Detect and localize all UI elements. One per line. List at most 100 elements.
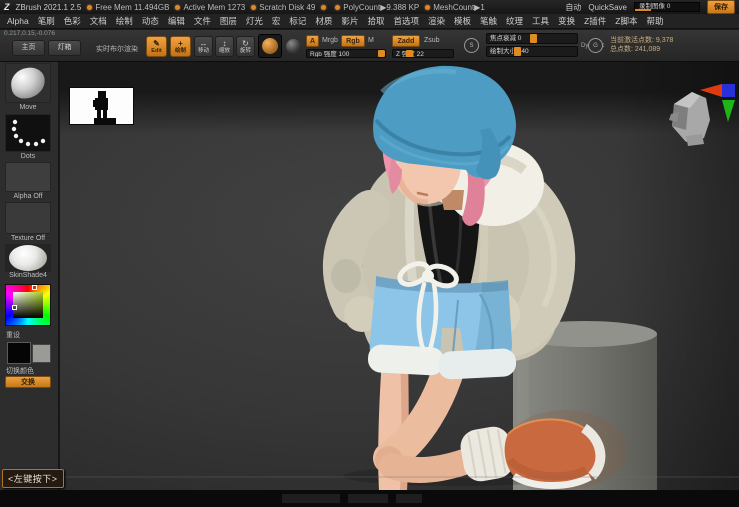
main-color-swatch[interactable] [7, 342, 31, 364]
home-button[interactable]: 主页 [12, 40, 45, 56]
menu-stroke[interactable]: 笔触 [480, 15, 497, 27]
character-model[interactable] [331, 66, 627, 490]
quicksave-button[interactable]: QuickSave [588, 3, 627, 12]
top-shelf: 0.217,0.15,-0.076 主页 灯箱 实时布尔渲染 ✎ Edit + … [0, 30, 739, 62]
rotate-gyro-button[interactable]: ↻ 旋转 [236, 36, 255, 57]
menu-draw[interactable]: 绘制 [116, 15, 133, 27]
mrgb-toggle[interactable]: Mrgb [322, 35, 338, 47]
status-dot-icon [425, 5, 430, 10]
tray-segment [348, 494, 388, 503]
menu-help[interactable]: 帮助 [646, 15, 663, 27]
stat-meshcount: MeshCount▶1 [425, 3, 485, 12]
alpha-tile[interactable] [5, 162, 51, 192]
menu-texture[interactable]: 纹理 [506, 15, 523, 27]
slider-handle[interactable] [530, 34, 537, 43]
tray-segment [282, 494, 340, 503]
material-quick-slot[interactable] [284, 37, 303, 56]
z-axis-icon [722, 84, 735, 97]
slider-handle[interactable] [406, 50, 413, 57]
move-gyro-button[interactable]: ↔ 移动 [194, 36, 213, 57]
lightbox-button[interactable]: 灯箱 [48, 40, 81, 56]
draw-pointer-button[interactable]: + 绘制 [170, 36, 191, 57]
canvas-preview-thumbnail[interactable] [70, 88, 133, 124]
menu-bar: Alpha 笔刷 色彩 文档 绘制 动态 编辑 文件 图层 灯光 宏 标记 材质… [0, 14, 739, 29]
zadd-toggle[interactable]: Zadd [392, 35, 420, 47]
scale-gyro-button[interactable]: ↕ 缩放 [215, 36, 234, 57]
status-dot-icon [175, 5, 180, 10]
slider-handle[interactable] [514, 47, 521, 56]
menu-layer[interactable]: 图层 [220, 15, 237, 27]
menu-document[interactable]: 文档 [90, 15, 107, 27]
save-button[interactable]: 保存 [707, 0, 735, 14]
menu-render[interactable]: 渲染 [428, 15, 445, 27]
rgb-intensity-slider[interactable]: Rgb 强度 100 [306, 49, 386, 58]
slider-handle[interactable] [635, 9, 651, 11]
menu-color[interactable]: 色彩 [64, 15, 81, 27]
menu-marker[interactable]: 标记 [289, 15, 306, 27]
menu-brush[interactable]: 笔刷 [38, 15, 55, 27]
status-dot-icon [87, 5, 92, 10]
crosshair-icon: + [178, 39, 183, 48]
material-tile[interactable] [5, 244, 51, 272]
brush-label: Move [0, 104, 56, 111]
auto-button[interactable]: 自动 [565, 2, 581, 13]
scale-arrows-icon: ↕ [223, 39, 227, 48]
live-boolean-toggle[interactable]: 实时布尔渲染 [96, 44, 138, 54]
current-brush-tile[interactable] [5, 63, 51, 103]
title-bar: Z ZBrush 2021.1 2.5 Free Mem 11.494GB Ac… [0, 0, 739, 14]
brush-sliders-group: 焦点衰减 0 绘制大小 140 Dynamic [486, 33, 598, 57]
menu-file[interactable]: 文件 [194, 15, 211, 27]
m-toggle[interactable]: M [368, 35, 374, 47]
menu-stencil[interactable]: 模板 [454, 15, 471, 27]
menu-alpha[interactable]: Alpha [7, 16, 29, 26]
z-intensity-slider[interactable]: Z 强度 22 [392, 49, 454, 58]
texture-label: Texture Off [0, 235, 56, 242]
orientation-head-gizmo[interactable] [669, 84, 735, 146]
secondary-color-swatch[interactable] [32, 344, 51, 363]
dial-right-icon[interactable]: G [588, 38, 603, 53]
draw-size-slider[interactable]: 绘制大小 140 [486, 46, 578, 57]
menu-material[interactable]: 材质 [315, 15, 332, 27]
document-canvas[interactable] [60, 62, 739, 490]
marquee-pen-icon: ✎ [153, 39, 160, 48]
zsub-toggle[interactable]: Zsub [424, 35, 440, 47]
tray-segment [396, 494, 422, 503]
stat-polycount: PolyCount▶9.388 KP [335, 3, 419, 12]
dial-left-icon[interactable]: S [464, 38, 479, 53]
menu-zplugin[interactable]: Z插件 [584, 15, 606, 27]
stat-scratch-disk: Scratch Disk 49 [251, 3, 315, 12]
menu-preferences[interactable]: 首选项 [393, 15, 419, 27]
status-dot-icon [335, 5, 340, 10]
color-picker-square[interactable] [13, 292, 43, 318]
texture-tile[interactable] [5, 202, 51, 234]
menu-picker[interactable]: 拾取 [367, 15, 384, 27]
color-picker[interactable] [5, 284, 51, 326]
color-reset-label: 重设 [0, 330, 56, 340]
a-button[interactable]: A [306, 35, 319, 47]
menu-dynamics[interactable]: 动态 [142, 15, 159, 27]
material-sphere-icon [9, 245, 47, 271]
edit-object-button[interactable]: ✎ Edit [146, 36, 167, 57]
menu-zscript[interactable]: Z脚本 [615, 15, 637, 27]
rgb-toggle[interactable]: Rgb [341, 35, 365, 47]
focal-shift-slider[interactable]: 焦点衰减 0 [486, 33, 578, 44]
x-axis-icon [700, 84, 722, 97]
bottom-tray [0, 490, 739, 507]
mouse-button-indicator: <左键按下> [2, 469, 64, 488]
cursor-coordinates: 0.217,0.15,-0.076 [4, 30, 55, 37]
menu-macro[interactable]: 宏 [272, 15, 281, 27]
shorts [367, 276, 516, 380]
menu-movie[interactable]: 影片 [341, 15, 358, 27]
swap-color-button[interactable]: 交换 [5, 376, 51, 388]
record-image-slider[interactable]: 录制图像 0 [634, 2, 700, 12]
menu-tool[interactable]: 工具 [532, 15, 549, 27]
slider-handle[interactable] [378, 50, 385, 57]
zbrush-window: Z ZBrush 2021.1 2.5 Free Mem 11.494GB Ac… [0, 0, 739, 507]
app-logo-icon: Z [4, 2, 10, 12]
menu-transform[interactable]: 变换 [558, 15, 575, 27]
stroke-type-tile[interactable] [5, 114, 51, 152]
brush-preview-slot[interactable] [258, 34, 282, 58]
sculpt-mode-group: Zadd Zsub Z 强度 22 [392, 35, 454, 58]
menu-light[interactable]: 灯光 [246, 15, 263, 27]
menu-edit[interactable]: 编辑 [168, 15, 185, 27]
